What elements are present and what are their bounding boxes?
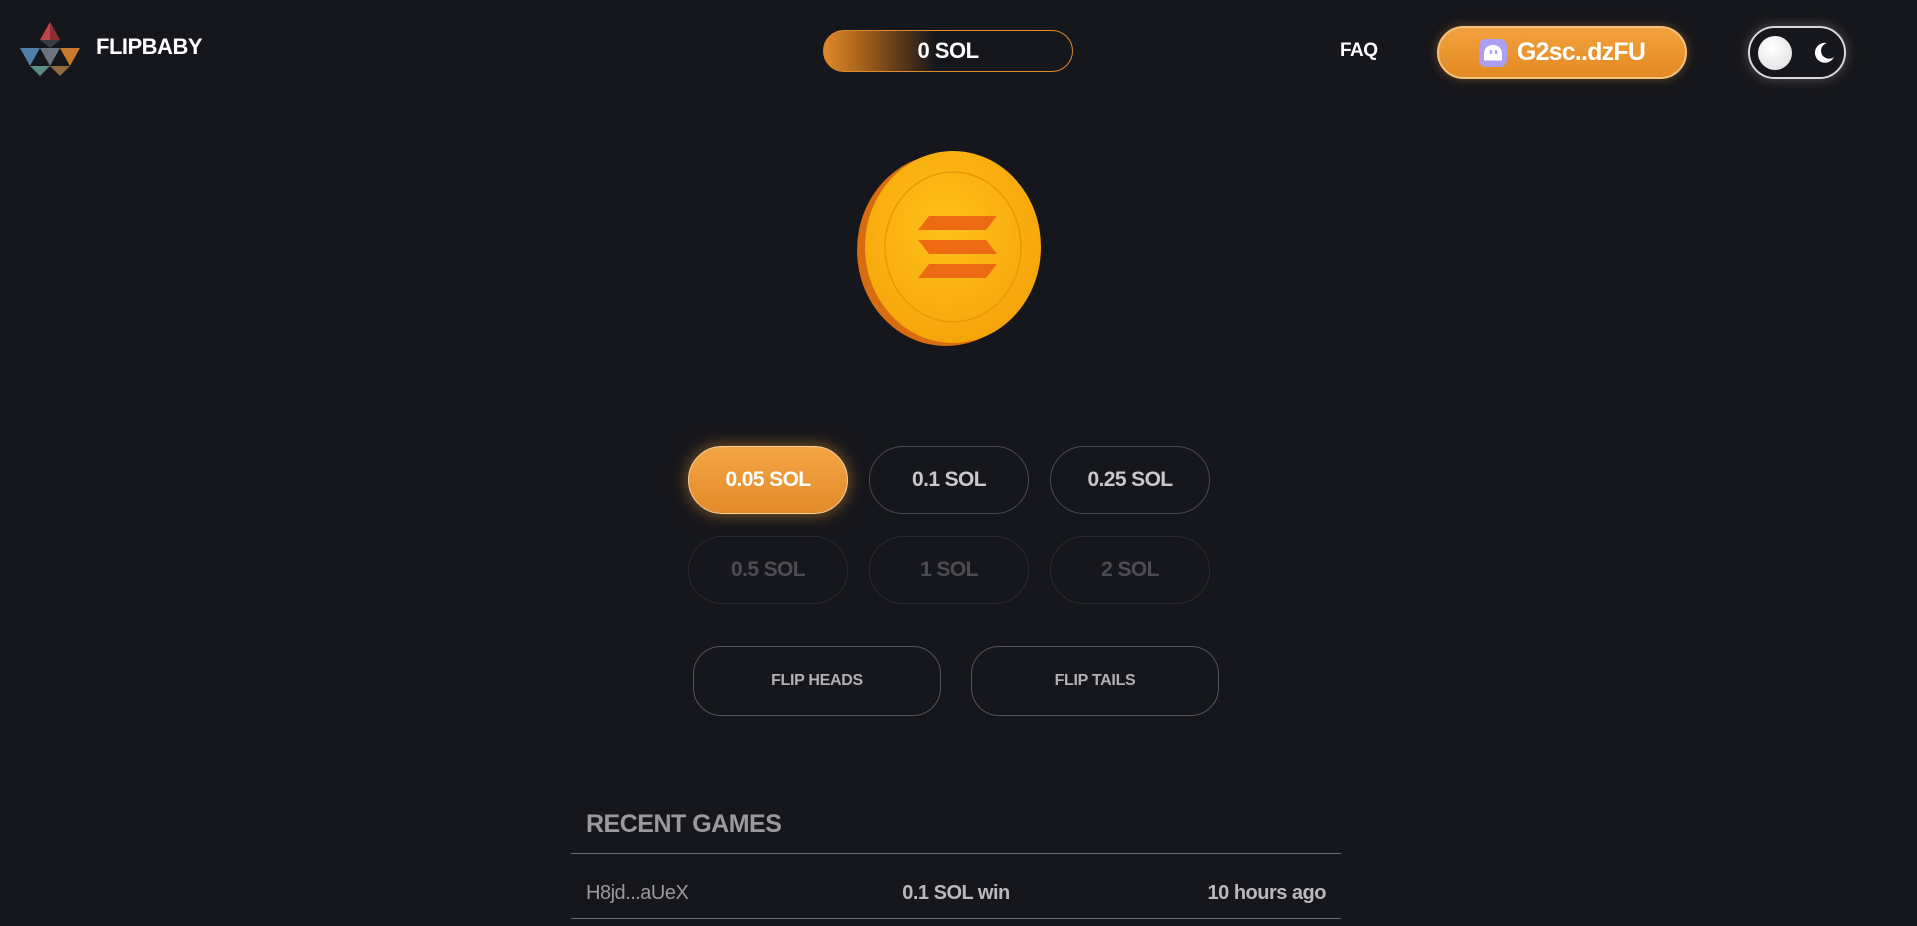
toggle-knob	[1758, 36, 1792, 70]
wallet-address: G2sc..dzFU	[1516, 38, 1646, 66]
bet-option-0-1[interactable]: 0.1 SOL	[869, 446, 1029, 514]
recent-game-result: 0.1 SOL win	[902, 882, 1010, 904]
flipbaby-logo-icon[interactable]	[18, 20, 82, 76]
bet-option-1[interactable]: 1 SOL	[869, 536, 1029, 604]
row-divider	[571, 918, 1341, 919]
theme-toggle[interactable]	[1748, 26, 1846, 79]
wallet-button[interactable]: G2sc..dzFU	[1437, 26, 1687, 79]
bet-option-0-5[interactable]: 0.5 SOL	[688, 536, 848, 604]
bet-option-0-25[interactable]: 0.25 SOL	[1050, 446, 1210, 514]
recent-game-row: H8jd...aUeX 0.1 SOL win 10 hours ago	[571, 876, 1341, 914]
phantom-ghost-icon	[1478, 38, 1507, 67]
flip-tails-button[interactable]: FLIP TAILS	[971, 646, 1219, 716]
recent-game-player: H8jd...aUeX	[586, 882, 689, 904]
balance-value: 0 SOL	[917, 38, 979, 63]
flip-heads-button[interactable]: FLIP HEADS	[693, 646, 941, 716]
recent-game-time: 10 hours ago	[1207, 882, 1327, 904]
bet-option-2[interactable]: 2 SOL	[1050, 536, 1210, 604]
solana-coin-icon	[857, 151, 1041, 346]
balance-display: 0 SOL	[823, 30, 1073, 72]
page: FLIPBABY 0 SOL FAQ G2sc..dzFU 0.05 SOL 0…	[0, 0, 1917, 926]
bet-option-0-05[interactable]: 0.05 SOL	[688, 446, 848, 514]
brand-name[interactable]: FLIPBABY	[96, 34, 203, 60]
recent-games-title: RECENT GAMES	[586, 810, 782, 838]
faq-link[interactable]: FAQ	[1340, 40, 1378, 62]
moon-icon	[1814, 42, 1834, 63]
recent-games-divider	[571, 853, 1341, 854]
